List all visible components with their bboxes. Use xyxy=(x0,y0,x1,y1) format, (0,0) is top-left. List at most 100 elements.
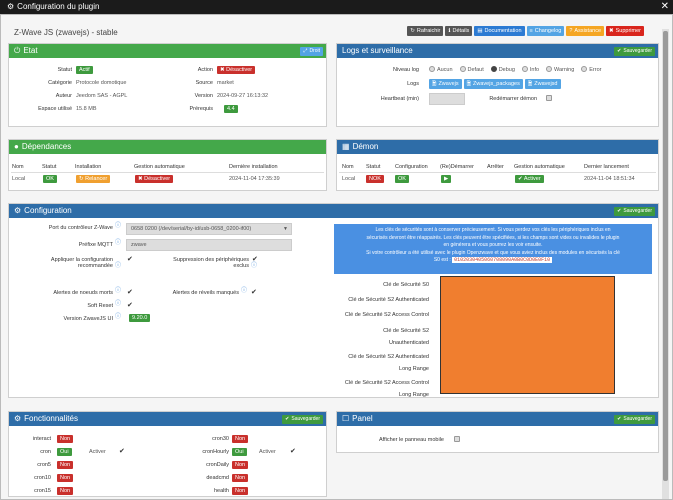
logs-label: Logs xyxy=(407,81,419,87)
log-level-defaut[interactable]: Defaut xyxy=(459,66,484,73)
action-label: Action xyxy=(197,67,213,73)
refresh-button[interactable]: ↻ Rafraichir xyxy=(407,26,444,36)
suppression-label: Suppression des périphériques exclus xyxy=(173,257,249,269)
help-icon[interactable]: ⓘ xyxy=(251,263,257,270)
help-icon[interactable]: ⓘ xyxy=(115,288,121,295)
feature-name: cron5 xyxy=(37,462,51,468)
log-zwavejs-button[interactable]: 🗎 Zwavejs xyxy=(429,79,462,89)
source-value: market xyxy=(217,80,234,86)
key-s2-access-label: Clé de Sécurité S2 Access Control xyxy=(344,312,429,318)
version-zwavejs-label: Version ZwaveJS UI xyxy=(63,316,113,322)
square-icon: ☐ xyxy=(342,414,350,423)
file-icon: 🗎 xyxy=(527,81,533,87)
feature-name: cron10 xyxy=(34,475,51,481)
dep-header-nom: Nom xyxy=(12,164,24,170)
dep-header-installation: Installation xyxy=(75,164,102,170)
categorie-label: Catégorie xyxy=(48,80,72,86)
heartbeat-label: Heartbeat (min) xyxy=(380,96,419,102)
check-icon: ✔ xyxy=(617,47,622,54)
alertes-reveil-checkbox[interactable]: ✔ xyxy=(251,289,257,296)
window-title: Configuration du plugin xyxy=(17,2,100,11)
espace-label: Espace utilisé xyxy=(38,106,72,112)
key-s2-auth-lr-label-2: Long Range xyxy=(399,366,429,372)
demon-title: Démon xyxy=(352,142,379,151)
play-icon: ▶ xyxy=(444,176,449,182)
log-level-debug[interactable]: Debug xyxy=(490,66,515,73)
help-icon[interactable]: ⓘ xyxy=(115,240,121,247)
s0-key-code: 0102030405060708090A0B0C0D0E0F10 xyxy=(452,257,553,263)
help-icon[interactable]: ⓘ xyxy=(115,263,121,270)
droit-button[interactable]: ⤢ Droit xyxy=(300,46,323,56)
dep-divider xyxy=(11,172,324,173)
cogs-icon: ⚙ xyxy=(14,414,22,423)
delete-button[interactable]: ✖ Supprimer xyxy=(606,26,644,36)
port-select[interactable]: 0658 0200 (/dev/serial/by-id/usb-0658_02… xyxy=(126,223,292,235)
mqtt-input[interactable]: zwave xyxy=(126,239,292,251)
alertes-morts-label: Alertes de noeuds morts xyxy=(53,290,113,296)
feature-status-badge: Oui xyxy=(232,448,247,456)
feature-status-badge: Non xyxy=(232,461,249,469)
niveau-log-label: Niveau log xyxy=(393,67,419,73)
key-s2-unauth-label: Unauthenticated xyxy=(388,340,429,346)
logs-header: Logs et surveillance ✔ Sauvegarder xyxy=(337,44,658,58)
details-button[interactable]: ℹ Détails xyxy=(445,26,473,36)
s0-prefix: S0 est : xyxy=(433,257,451,263)
afficher-panneau-label: Afficher le panneau mobile xyxy=(378,437,444,443)
configuration-header: ⚙ Configuration ✔ Sauvegarder xyxy=(9,204,658,218)
log-level-error[interactable]: Error xyxy=(581,66,601,73)
demon-header: ▦ Démon xyxy=(337,140,658,154)
help-icon[interactable]: ⓘ xyxy=(241,288,247,295)
statut-badge: Actif xyxy=(76,66,93,74)
feature-status-badge: Non xyxy=(232,487,249,495)
dep-desactiver-button[interactable]: ✖ Désactiver xyxy=(135,175,174,183)
feature-status-badge: Non xyxy=(232,474,249,482)
key-s2-access-lr-label-2: Long Range xyxy=(399,392,429,398)
etat-header: ⏻ Etat ⤢ Droit xyxy=(9,44,326,58)
appliquer-checkbox[interactable]: ✔ xyxy=(127,256,133,263)
feature-activer-checkbox[interactable]: ✔ xyxy=(119,448,125,455)
feature-name: deadcmd xyxy=(206,475,229,481)
panel-save-button[interactable]: ✔ Sauvegarder xyxy=(614,414,655,424)
etat-panel: ⏻ Etat ⤢ Droit Statut Actif Action ✖ Désa… xyxy=(8,43,327,127)
logs-panel: Logs et surveillance ✔ Sauvegarder Niveau… xyxy=(336,43,659,127)
log-level-info[interactable]: Info xyxy=(521,66,539,73)
cogs-icon: ⚙ xyxy=(14,206,22,215)
etat-title: Etat xyxy=(23,46,38,55)
demon-activer-button[interactable]: ✔ Activer xyxy=(515,175,544,183)
dep-relancer-button[interactable]: ↻ Relancer xyxy=(76,175,111,183)
dep-header-derniere: Dernière installation xyxy=(229,164,278,170)
assistance-button[interactable]: ? Assistance xyxy=(566,26,605,36)
help-icon[interactable]: ⓘ xyxy=(115,301,121,308)
prerequis-badge: 4.4 xyxy=(224,105,238,113)
file-icon: 🗎 xyxy=(432,81,437,87)
desactiver-plugin-button[interactable]: ✖ Désactiver xyxy=(217,66,256,74)
log-zwavejsd-button[interactable]: 🗎 Zwavejsd xyxy=(524,79,561,89)
demon-config-badge: OK xyxy=(395,175,409,183)
alertes-morts-checkbox[interactable]: ✔ xyxy=(127,289,133,296)
close-icon[interactable]: ✕ xyxy=(661,0,669,14)
demon-start-button[interactable]: ▶ xyxy=(441,175,452,183)
fonct-save-button[interactable]: ✔ Sauvegarder xyxy=(282,414,323,424)
log-level-warning[interactable]: Warning xyxy=(546,66,574,73)
demon-header-statut: Statut xyxy=(366,164,381,170)
logs-save-button[interactable]: ✔ Sauvegarder xyxy=(614,46,655,56)
feature-status-badge: Non xyxy=(57,435,74,443)
dep-nom: Local xyxy=(12,176,26,182)
help-icon[interactable]: ⓘ xyxy=(115,223,121,230)
log-level-aucun[interactable]: Aucun xyxy=(429,66,453,73)
feature-activer-checkbox[interactable]: ✔ xyxy=(290,448,296,455)
security-info-box: Les clés de sécurités sont à conserver p… xyxy=(334,224,652,274)
help-icon[interactable]: ⓘ xyxy=(115,314,121,321)
suppression-checkbox[interactable]: ✔ xyxy=(252,256,258,263)
soft-reset-checkbox[interactable]: ✔ xyxy=(127,302,133,309)
redemarrer-checkbox[interactable] xyxy=(546,95,552,101)
documentation-button[interactable]: ▤ Documentation xyxy=(474,26,525,36)
log-zwavejs-packages-button[interactable]: 🗎 Zwavejs_packages xyxy=(463,79,523,89)
changelog-button[interactable]: ≡ Changelog xyxy=(526,26,565,36)
dep-statut-badge: OK xyxy=(43,175,57,183)
afficher-panneau-checkbox[interactable] xyxy=(454,436,460,442)
scrollbar-thumb[interactable] xyxy=(663,31,668,481)
heartbeat-input[interactable] xyxy=(429,93,465,105)
log-level-radios: Aucun Defaut Debug Info Warning Error xyxy=(429,66,601,73)
config-save-button[interactable]: ✔ Sauvegarder xyxy=(614,206,655,216)
